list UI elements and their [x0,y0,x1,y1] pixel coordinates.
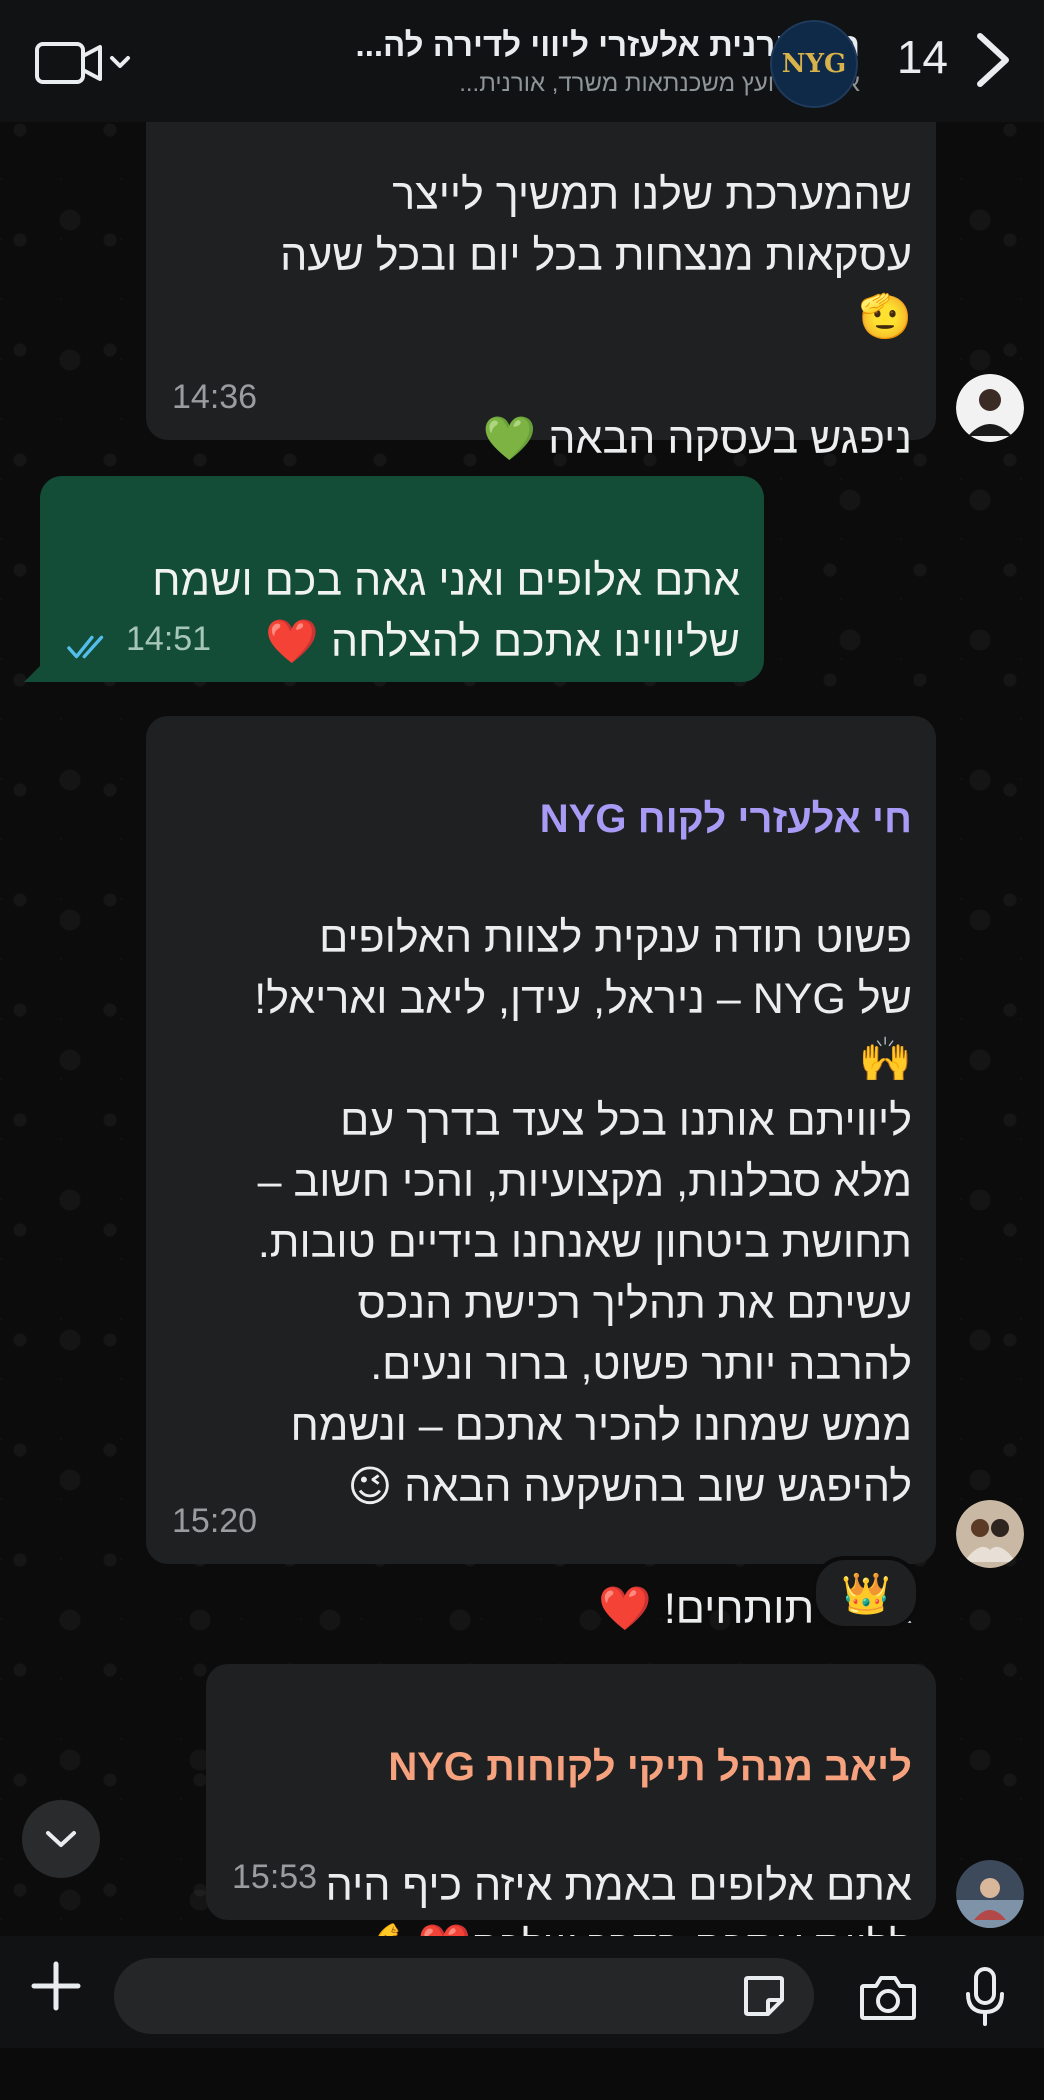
read-receipt-icon [67,635,104,659]
message-text: שהמערכת שלנו תמשיך לייצר עסקאות מנצחות ב… [280,171,912,463]
attach-plus-icon[interactable] [28,1958,84,2014]
message-time: 14:51 [126,620,212,658]
message-bubble-outgoing[interactable]: אתם אלופים ואני גאה בכם ושמח שליווינו את… [40,476,764,682]
message-time: 14:36 [172,378,258,416]
microphone-icon[interactable] [960,1966,1010,2028]
camera-icon[interactable] [858,1972,918,2022]
sender-name[interactable]: חי אלעזרי לקוח NYG [174,791,912,847]
sender-avatar[interactable] [956,1500,1024,1568]
group-avatar[interactable]: NYG [770,20,858,108]
video-call-icon[interactable] [34,38,134,88]
sender-name[interactable]: ליאב מנהל תיקי לקוחות NYG [234,1739,912,1795]
message-bubble-incoming[interactable]: חי אלעזרי לקוח NYG פשוט תודה ענקית לצוות… [146,716,936,1633]
message-reaction[interactable]: 👑 [812,1556,920,1630]
message-bubble-incoming[interactable]: ליאב מנהל תיקי לקוחות NYG אתם אלופים באמ… [206,1664,936,1971]
composer-bar [0,1936,1044,2048]
avatar-photo-icon [956,374,1024,442]
avatar-photo-icon [956,1500,1024,1568]
bubble-tail-outgoing [24,662,44,682]
scroll-to-bottom-button[interactable] [22,1800,100,1878]
back-chevron-icon[interactable] [970,30,1014,90]
message-time: 15:20 [172,1502,258,1540]
message-input[interactable] [114,1958,814,2034]
group-avatar-logo: NYG [781,49,847,79]
sender-avatar[interactable] [956,374,1024,442]
message-text: פשוט תודה ענקית לצוות האלופים של NYG – נ… [254,914,912,1633]
chat-header: חי ואורנית אלעזרי ליווי לדירה לה... אברה… [0,0,1044,122]
message-time: 15:53 [232,1858,318,1896]
unread-count[interactable]: 14 [897,30,948,84]
message-bubble-incoming[interactable]: שהמערכת שלנו תמשיך לייצר עסקאות מנצחות ב… [146,100,936,463]
chevron-down-icon [46,1831,76,1847]
sticker-icon[interactable] [740,1972,788,2020]
avatar-photo-icon [956,1860,1024,1928]
sender-avatar[interactable] [956,1860,1024,1928]
